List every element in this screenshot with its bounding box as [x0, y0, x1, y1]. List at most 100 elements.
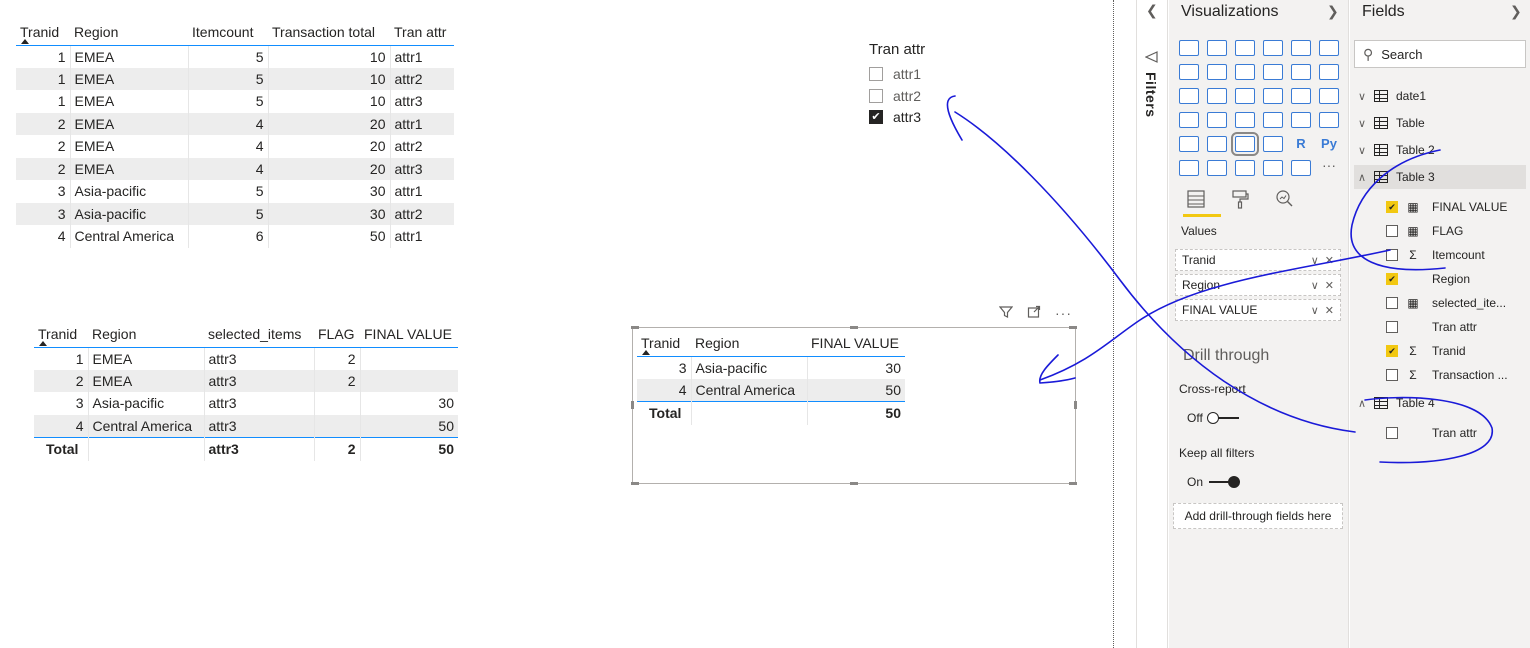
checkbox[interactable] — [869, 88, 883, 103]
clustered-column-chart-icon[interactable] — [1263, 40, 1283, 56]
shape-map-icon[interactable] — [1235, 112, 1255, 128]
table-row[interactable]: 4 Central America 50 — [637, 378, 905, 401]
clustered-bar-chart-icon[interactable] — [1235, 40, 1255, 56]
field-table-table-3[interactable]: ∧ Table 3 — [1354, 165, 1526, 189]
selected-items-table[interactable]: Tranid Region selected_items FLAG FINAL … — [34, 321, 458, 461]
field-item[interactable]: Tran attr — [1386, 422, 1477, 444]
remove-field-icon[interactable]: ✕ — [1325, 279, 1334, 292]
field-table-table-2[interactable]: ∨ Table 2 — [1354, 138, 1526, 162]
col-header-final-value[interactable]: FINAL VALUE — [360, 321, 458, 348]
chevron-down-icon[interactable]: ∨ — [1311, 254, 1319, 267]
chevron-up-icon[interactable]: ∧ — [1354, 171, 1370, 184]
card-icon[interactable] — [1291, 112, 1311, 128]
chevron-down-icon[interactable]: ∨ — [1354, 144, 1370, 157]
table-row[interactable]: 2 EMEA 4 20 attr3 — [16, 157, 454, 180]
fields-tab-icon[interactable] — [1185, 188, 1207, 212]
table-row[interactable]: 3 Asia-pacific attr3 30 — [34, 392, 458, 415]
field-item[interactable]: Σ Itemcount — [1386, 244, 1485, 266]
chevron-down-icon[interactable]: ∨ — [1311, 279, 1319, 292]
resize-handle[interactable] — [631, 482, 639, 485]
donut-chart-icon[interactable] — [1291, 88, 1311, 104]
cross-report-toggle[interactable]: Off — [1187, 411, 1239, 425]
col-header-region[interactable]: Region — [691, 330, 807, 357]
table-row[interactable]: 1 EMEA 5 10 attr2 — [16, 67, 454, 90]
resize-handle[interactable] — [631, 326, 639, 329]
resize-handle[interactable] — [850, 482, 858, 485]
field-item[interactable]: ✔ Region — [1386, 268, 1470, 290]
chevron-down-icon[interactable]: ∨ — [1311, 304, 1319, 317]
table-row[interactable]: 3 Asia-pacific 5 30 attr2 — [16, 202, 454, 225]
value-well-field[interactable]: Tranid ∨ ✕ — [1175, 249, 1341, 271]
field-item[interactable]: ▦ FLAG — [1386, 220, 1463, 242]
col-header-flag[interactable]: FLAG — [314, 321, 360, 348]
slicer-item-attr1[interactable]: attr1 — [869, 64, 921, 84]
100-stacked-column-chart-icon[interactable] — [1319, 40, 1339, 56]
table-row[interactable]: 4 Central America 6 50 attr1 — [16, 225, 454, 248]
table-row[interactable]: 2 EMEA 4 20 attr1 — [16, 112, 454, 135]
100-stacked-bar-chart-icon[interactable] — [1291, 40, 1311, 56]
ribbon-chart-icon[interactable] — [1319, 64, 1339, 80]
field-item[interactable]: Σ Transaction ... — [1386, 364, 1508, 386]
filter-icon[interactable] — [998, 305, 1014, 322]
paginated-report-icon[interactable] — [1291, 160, 1311, 176]
pie-chart-icon[interactable] — [1263, 88, 1283, 104]
field-checkbox[interactable] — [1386, 297, 1398, 309]
field-checkbox[interactable]: ✔ — [1386, 345, 1398, 357]
resize-handle[interactable] — [1069, 326, 1077, 329]
value-well-field[interactable]: FINAL VALUE ∨ ✕ — [1175, 299, 1341, 321]
format-paint-roller-icon[interactable] — [1229, 188, 1251, 212]
stacked-bar-chart-icon[interactable] — [1179, 40, 1199, 56]
chevron-left-icon[interactable]: ❮ — [1146, 2, 1158, 19]
table-row[interactable]: 2 EMEA 4 20 attr2 — [16, 135, 454, 158]
col-header-tranid[interactable]: Tranid — [637, 330, 691, 357]
more-visuals-icon[interactable]: ··· — [1319, 158, 1339, 176]
resize-handle[interactable] — [850, 326, 858, 329]
chevron-right-icon[interactable]: ❯ — [1510, 3, 1522, 20]
field-checkbox[interactable]: ✔ — [1386, 273, 1398, 285]
filters-pane[interactable]: ❮ Filters — [1136, 0, 1168, 648]
slicer-item-attr3[interactable]: ✔ attr3 — [869, 107, 921, 127]
field-checkbox[interactable] — [1386, 427, 1398, 439]
col-header-region[interactable]: Region — [88, 321, 204, 348]
kpi-icon[interactable] — [1179, 136, 1199, 152]
col-header-transaction-total[interactable]: Transaction total — [268, 19, 390, 46]
final-value-table[interactable]: Tranid Region FINAL VALUE 3 Asia-pacific 3… — [637, 330, 905, 425]
table-visual-icon[interactable] — [1231, 132, 1259, 156]
multi-row-card-icon[interactable] — [1319, 112, 1339, 128]
key-influencers-icon[interactable] — [1179, 160, 1199, 176]
field-item[interactable]: ✔ Σ Tranid — [1386, 340, 1466, 362]
treemap-icon[interactable] — [1319, 88, 1339, 104]
decomposition-tree-icon[interactable] — [1207, 160, 1227, 176]
chevron-down-icon[interactable]: ∨ — [1354, 117, 1370, 130]
value-well-field[interactable]: Region ∨ ✕ — [1175, 274, 1341, 296]
map-icon[interactable] — [1179, 112, 1199, 128]
qa-icon[interactable] — [1235, 160, 1255, 176]
stacked-area-chart-icon[interactable] — [1235, 64, 1255, 80]
chevron-right-icon[interactable]: ❯ — [1327, 3, 1339, 20]
resize-handle[interactable] — [631, 401, 634, 409]
field-checkbox[interactable]: ✔ — [1386, 201, 1398, 213]
field-checkbox[interactable] — [1386, 321, 1398, 333]
table-row[interactable]: 1 EMEA attr3 2 — [34, 347, 458, 370]
field-table-table-4[interactable]: ∧ Table 4 — [1354, 391, 1526, 415]
field-checkbox[interactable] — [1386, 225, 1398, 237]
table-row[interactable]: 3 Asia-pacific 5 30 attr1 — [16, 180, 454, 203]
fields-search-input[interactable]: ⚲ Search — [1354, 40, 1526, 68]
col-header-selected-items[interactable]: selected_items — [204, 321, 314, 348]
smart-narrative-icon[interactable] — [1263, 160, 1283, 176]
matrix-icon[interactable] — [1263, 136, 1283, 152]
filled-map-icon[interactable] — [1207, 112, 1227, 128]
line-and-column-chart-icon[interactable] — [1263, 64, 1283, 80]
slicer-icon[interactable] — [1207, 136, 1227, 152]
col-header-region[interactable]: Region — [70, 19, 188, 46]
field-checkbox[interactable] — [1386, 249, 1398, 261]
funnel-chart-icon[interactable] — [1207, 88, 1227, 104]
more-options-icon[interactable]: ··· — [1055, 305, 1072, 322]
keep-all-filters-toggle[interactable]: On — [1187, 475, 1241, 489]
resize-handle[interactable] — [1074, 401, 1077, 409]
line-chart-icon[interactable] — [1179, 64, 1199, 80]
table-row[interactable]: 1 EMEA 5 10 attr3 — [16, 90, 454, 113]
gauge-icon[interactable] — [1263, 112, 1283, 128]
field-item[interactable]: ▦ selected_ite... — [1386, 292, 1506, 314]
col-header-tran-attr[interactable]: Tran attr — [390, 19, 454, 46]
